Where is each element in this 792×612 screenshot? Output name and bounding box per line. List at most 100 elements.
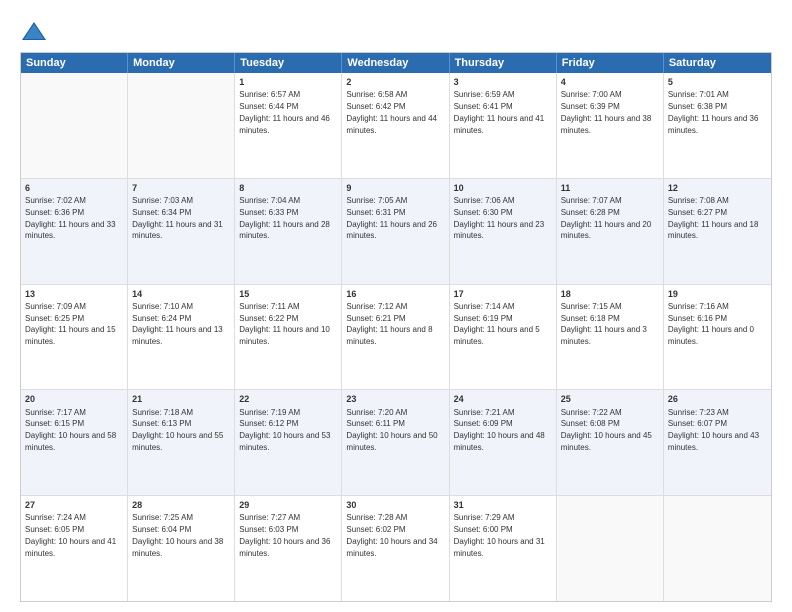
calendar-day-31: 31 Sunrise: 7:29 AMSunset: 6:00 PMDayligh… xyxy=(450,496,557,601)
day-number: 9 xyxy=(346,182,444,194)
calendar-cell-empty xyxy=(664,496,771,601)
header-day-thursday: Thursday xyxy=(450,53,557,73)
day-number: 12 xyxy=(668,182,767,194)
calendar-day-11: 11 Sunrise: 7:07 AMSunset: 6:28 PMDayligh… xyxy=(557,179,664,284)
cell-info: Sunrise: 7:04 AMSunset: 6:33 PMDaylight:… xyxy=(239,196,330,240)
calendar-day-16: 16 Sunrise: 7:12 AMSunset: 6:21 PMDayligh… xyxy=(342,285,449,390)
header-day-wednesday: Wednesday xyxy=(342,53,449,73)
calendar-day-25: 25 Sunrise: 7:22 AMSunset: 6:08 PMDayligh… xyxy=(557,390,664,495)
day-number: 3 xyxy=(454,76,552,88)
cell-info: Sunrise: 6:57 AMSunset: 6:44 PMDaylight:… xyxy=(239,90,330,134)
day-number: 5 xyxy=(668,76,767,88)
day-number: 17 xyxy=(454,288,552,300)
calendar-day-27: 27Sunrise: 7:24 AMSunset: 6:05 PMDayligh… xyxy=(21,496,128,601)
day-number: 18 xyxy=(561,288,659,300)
calendar-day-7: 7 Sunrise: 7:03 AMSunset: 6:34 PMDaylight… xyxy=(128,179,235,284)
day-number: 15 xyxy=(239,288,337,300)
cell-info: Sunrise: 7:16 AMSunset: 6:16 PMDaylight:… xyxy=(668,302,754,346)
calendar-day-13: 13 Sunrise: 7:09 AMSunset: 6:25 PMDayligh… xyxy=(21,285,128,390)
cell-info: Sunrise: 7:06 AMSunset: 6:30 PMDaylight:… xyxy=(454,196,545,240)
day-number: 10 xyxy=(454,182,552,194)
cell-info: Sunrise: 7:00 AMSunset: 6:39 PMDaylight:… xyxy=(561,90,652,134)
cell-info: Sunrise: 7:07 AMSunset: 6:28 PMDaylight:… xyxy=(561,196,652,240)
day-number: 2 xyxy=(346,76,444,88)
cell-info: Sunrise: 7:17 AMSunset: 6:15 PMDaylight:… xyxy=(25,408,116,452)
calendar-day-28: 28 Sunrise: 7:25 AMSunset: 6:04 PMDayligh… xyxy=(128,496,235,601)
cell-info: Sunrise: 7:25 AMSunset: 6:04 PMDaylight:… xyxy=(132,513,223,557)
cell-info: Sunrise: 7:03 AMSunset: 6:34 PMDaylight:… xyxy=(132,196,223,240)
calendar-cell-empty xyxy=(557,496,664,601)
day-number: 30 xyxy=(346,499,444,511)
calendar-cell-empty xyxy=(128,73,235,178)
header-day-tuesday: Tuesday xyxy=(235,53,342,73)
day-number: 29 xyxy=(239,499,337,511)
day-number: 23 xyxy=(346,393,444,405)
header-day-monday: Monday xyxy=(128,53,235,73)
day-number: 13 xyxy=(25,288,123,300)
day-number: 7 xyxy=(132,182,230,194)
cell-info: Sunrise: 7:14 AMSunset: 6:19 PMDaylight:… xyxy=(454,302,540,346)
calendar-day-2: 2Sunrise: 6:58 AMSunset: 6:42 PMDaylight… xyxy=(342,73,449,178)
calendar-day-15: 15 Sunrise: 7:11 AMSunset: 6:22 PMDayligh… xyxy=(235,285,342,390)
calendar-day-23: 23 Sunrise: 7:20 AMSunset: 6:11 PMDayligh… xyxy=(342,390,449,495)
cell-info: Sunrise: 6:59 AMSunset: 6:41 PMDaylight:… xyxy=(454,90,545,134)
header-day-friday: Friday xyxy=(557,53,664,73)
calendar-day-21: 21Sunrise: 7:18 AMSunset: 6:13 PMDayligh… xyxy=(128,390,235,495)
day-number: 16 xyxy=(346,288,444,300)
cell-info: Sunrise: 7:27 AMSunset: 6:03 PMDaylight:… xyxy=(239,513,330,557)
day-number: 26 xyxy=(668,393,767,405)
cell-info: Sunrise: 7:19 AMSunset: 6:12 PMDaylight:… xyxy=(239,408,330,452)
calendar-day-22: 22Sunrise: 7:19 AMSunset: 6:12 PMDayligh… xyxy=(235,390,342,495)
day-number: 24 xyxy=(454,393,552,405)
calendar-day-30: 30 Sunrise: 7:28 AMSunset: 6:02 PMDayligh… xyxy=(342,496,449,601)
cell-info: Sunrise: 7:12 AMSunset: 6:21 PMDaylight:… xyxy=(346,302,432,346)
day-number: 8 xyxy=(239,182,337,194)
cell-info: Sunrise: 7:20 AMSunset: 6:11 PMDaylight:… xyxy=(346,408,437,452)
calendar-day-24: 24 Sunrise: 7:21 AMSunset: 6:09 PMDayligh… xyxy=(450,390,557,495)
calendar-day-4: 4 Sunrise: 7:00 AMSunset: 6:39 PMDaylight… xyxy=(557,73,664,178)
cell-info: Sunrise: 7:02 AMSunset: 6:36 PMDaylight:… xyxy=(25,196,116,240)
calendar-day-6: 6 Sunrise: 7:02 AMSunset: 6:36 PMDaylight… xyxy=(21,179,128,284)
header-day-saturday: Saturday xyxy=(664,53,771,73)
day-number: 21 xyxy=(132,393,230,405)
calendar-day-1: 1 Sunrise: 6:57 AMSunset: 6:44 PMDaylight… xyxy=(235,73,342,178)
day-number: 25 xyxy=(561,393,659,405)
logo xyxy=(20,18,52,46)
calendar-day-29: 29 Sunrise: 7:27 AMSunset: 6:03 PMDayligh… xyxy=(235,496,342,601)
day-number: 11 xyxy=(561,182,659,194)
calendar-day-14: 14Sunrise: 7:10 AMSunset: 6:24 PMDayligh… xyxy=(128,285,235,390)
calendar-day-17: 17 Sunrise: 7:14 AMSunset: 6:19 PMDayligh… xyxy=(450,285,557,390)
day-number: 28 xyxy=(132,499,230,511)
calendar-header: SundayMondayTuesdayWednesdayThursdayFrid… xyxy=(21,53,771,73)
day-number: 1 xyxy=(239,76,337,88)
calendar: SundayMondayTuesdayWednesdayThursdayFrid… xyxy=(20,52,772,602)
cell-info: Sunrise: 7:15 AMSunset: 6:18 PMDaylight:… xyxy=(561,302,647,346)
logo-icon xyxy=(20,18,48,46)
cell-info: Sunrise: 7:28 AMSunset: 6:02 PMDaylight:… xyxy=(346,513,437,557)
cell-info: Sunrise: 7:22 AMSunset: 6:08 PMDaylight:… xyxy=(561,408,652,452)
day-number: 6 xyxy=(25,182,123,194)
cell-info: Sunrise: 7:11 AMSunset: 6:22 PMDaylight:… xyxy=(239,302,330,346)
calendar-body: 1 Sunrise: 6:57 AMSunset: 6:44 PMDaylight… xyxy=(21,73,771,601)
calendar-day-8: 8 Sunrise: 7:04 AMSunset: 6:33 PMDaylight… xyxy=(235,179,342,284)
calendar-week-3: 13 Sunrise: 7:09 AMSunset: 6:25 PMDayligh… xyxy=(21,285,771,391)
calendar-day-18: 18 Sunrise: 7:15 AMSunset: 6:18 PMDayligh… xyxy=(557,285,664,390)
calendar-day-20: 20Sunrise: 7:17 AMSunset: 6:15 PMDayligh… xyxy=(21,390,128,495)
calendar-week-5: 27Sunrise: 7:24 AMSunset: 6:05 PMDayligh… xyxy=(21,496,771,601)
cell-info: Sunrise: 7:21 AMSunset: 6:09 PMDaylight:… xyxy=(454,408,545,452)
cell-info: Sunrise: 7:09 AMSunset: 6:25 PMDaylight:… xyxy=(25,302,116,346)
day-number: 31 xyxy=(454,499,552,511)
cell-info: Sunrise: 7:29 AMSunset: 6:00 PMDaylight:… xyxy=(454,513,545,557)
calendar-day-26: 26 Sunrise: 7:23 AMSunset: 6:07 PMDayligh… xyxy=(664,390,771,495)
cell-info: Sunrise: 7:23 AMSunset: 6:07 PMDaylight:… xyxy=(668,408,759,452)
day-number: 19 xyxy=(668,288,767,300)
calendar-week-4: 20Sunrise: 7:17 AMSunset: 6:15 PMDayligh… xyxy=(21,390,771,496)
calendar-cell-empty xyxy=(21,73,128,178)
calendar-week-1: 1 Sunrise: 6:57 AMSunset: 6:44 PMDaylight… xyxy=(21,73,771,179)
cell-info: Sunrise: 7:10 AMSunset: 6:24 PMDaylight:… xyxy=(132,302,223,346)
cell-info: Sunrise: 7:05 AMSunset: 6:31 PMDaylight:… xyxy=(346,196,437,240)
calendar-day-9: 9 Sunrise: 7:05 AMSunset: 6:31 PMDaylight… xyxy=(342,179,449,284)
calendar-day-19: 19 Sunrise: 7:16 AMSunset: 6:16 PMDayligh… xyxy=(664,285,771,390)
day-number: 4 xyxy=(561,76,659,88)
calendar-day-12: 12Sunrise: 7:08 AMSunset: 6:27 PMDayligh… xyxy=(664,179,771,284)
